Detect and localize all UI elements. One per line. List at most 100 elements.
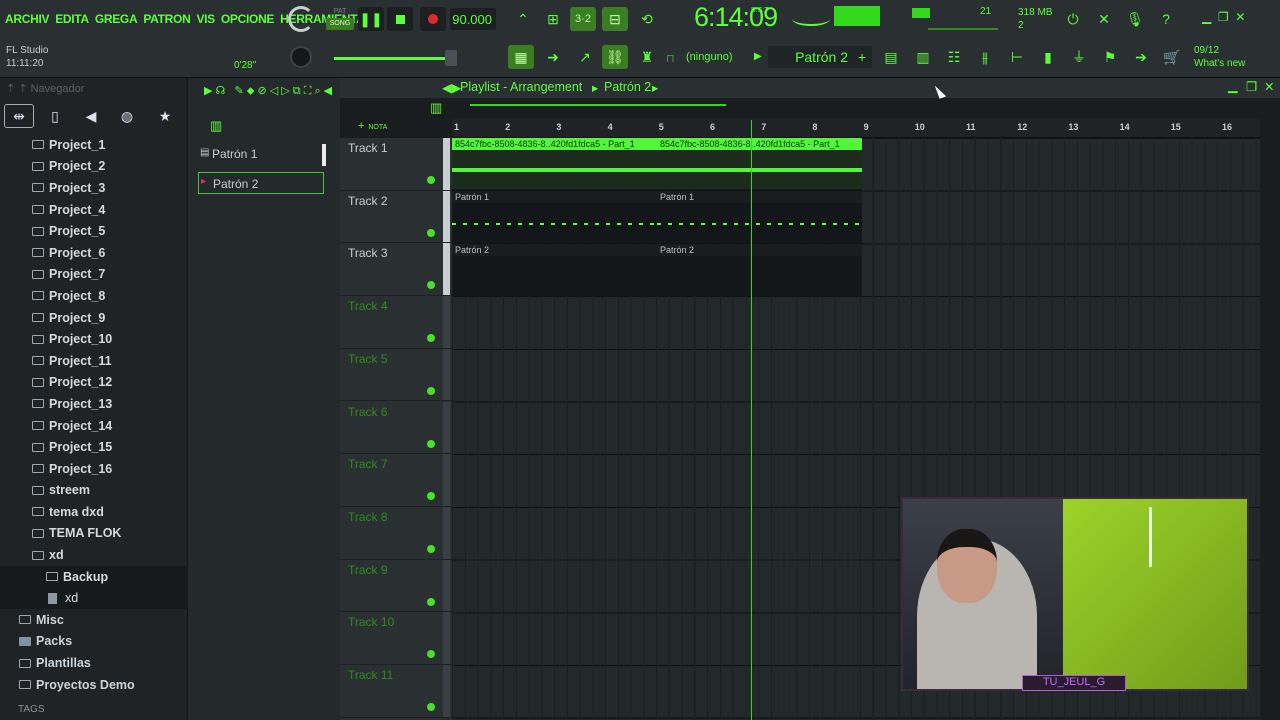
track-mute-led[interactable] xyxy=(427,492,435,501)
track-resize-handle[interactable] xyxy=(443,401,450,454)
pause-button[interactable]: ❚❚ xyxy=(358,7,384,31)
browser-item[interactable]: Project_12 xyxy=(0,372,188,394)
timeline-ruler[interactable]: 1 2 3 4 5 6 7 8 9 10 11 12 13 14 15 16 xyxy=(452,118,1260,138)
menu-opciones[interactable]: OPCIONE xyxy=(221,12,275,26)
playlist-button[interactable]: ▤ xyxy=(878,45,904,69)
metronome-button[interactable]: ⌃ xyxy=(510,7,536,31)
step-edit-button[interactable]: ⊟ xyxy=(602,7,628,31)
track-resize-handle[interactable] xyxy=(443,348,450,401)
track-resize-handle[interactable] xyxy=(443,506,450,559)
snap-selector[interactable]: (ninguno) xyxy=(686,51,732,63)
browser-item[interactable]: Misc xyxy=(0,609,188,631)
browser-item[interactable]: Project_5 xyxy=(0,220,188,242)
browser-item[interactable]: streem xyxy=(0,480,188,502)
browser-item[interactable]: Project_6 xyxy=(0,242,188,264)
snap-icon[interactable]: ▥ xyxy=(430,100,442,116)
plugin-button[interactable]: ⏚ xyxy=(1066,45,1092,69)
browser-item[interactable]: Project_16 xyxy=(0,458,188,480)
loop-record-button[interactable]: ⟲ xyxy=(634,7,660,31)
arrow-tool-button[interactable]: ➜ xyxy=(540,45,566,69)
track-mute-led[interactable] xyxy=(427,703,435,711)
channel-rack-button[interactable]: ▥ xyxy=(910,45,936,69)
track-resize-handle[interactable] xyxy=(443,296,450,348)
shop-button[interactable]: 🛒 xyxy=(1159,45,1185,69)
add-pattern-button[interactable]: + xyxy=(858,49,866,65)
picker-scrollbar[interactable] xyxy=(322,144,326,166)
track-resize-handle[interactable] xyxy=(443,138,450,190)
browser-item[interactable]: tema dxd xyxy=(0,501,188,523)
track-mute-led[interactable] xyxy=(427,439,435,448)
track-resize-handle[interactable] xyxy=(443,559,450,612)
hint-knob[interactable] xyxy=(288,6,314,32)
tools-button[interactable]: ✕ xyxy=(1091,7,1117,31)
track-mute-led[interactable] xyxy=(427,544,435,553)
tempo-display[interactable]: 90.000 xyxy=(450,8,496,30)
browser-item[interactable]: Project_2 xyxy=(0,156,188,178)
pattern-clip[interactable]: Patrón 2 xyxy=(452,244,657,296)
track-header[interactable]: Track 5 xyxy=(340,348,452,402)
track-mute-led[interactable] xyxy=(427,176,435,184)
restore-icon[interactable]: ❐ xyxy=(1246,79,1257,94)
track-header[interactable]: Track 3 xyxy=(340,243,452,297)
browser-item[interactable]: Project_8 xyxy=(0,285,188,307)
pattern-clip[interactable]: Patrón 2 xyxy=(657,244,862,296)
browser-item[interactable]: Proyectos Demo xyxy=(0,674,188,696)
toolbar-play-icon[interactable]: ▶ ☊ ✎ ⬥ ⊘ ◁ ▷ ⧉ ⛶ ⌕ ◀ xyxy=(204,84,332,98)
menu-agrega[interactable]: GREGA xyxy=(95,12,138,26)
track-header[interactable]: Track 8 xyxy=(340,506,452,560)
browser-item[interactable]: TEMA FLOK xyxy=(0,523,188,545)
track-resize-handle[interactable] xyxy=(443,454,450,506)
track-header[interactable]: Track 7 xyxy=(340,454,452,507)
browser-item[interactable]: Plantillas xyxy=(0,652,188,674)
browser-item[interactable]: Project_4 xyxy=(0,199,188,221)
menu-patron[interactable]: PATRON xyxy=(143,12,190,26)
piano-keys-icon[interactable]: ▥ xyxy=(210,118,222,134)
browser-item[interactable]: Project_15 xyxy=(0,436,188,458)
browser-item[interactable]: Project_14 xyxy=(0,415,188,437)
routing-button[interactable]: ⊢ xyxy=(1004,45,1030,69)
whats-new[interactable]: 09/12 What's new xyxy=(1194,44,1245,70)
browser-item[interactable]: Project_7 xyxy=(0,264,188,286)
power-button[interactable]: ⏻ xyxy=(1060,7,1086,31)
audio-clip[interactable]: 854c7fbc-8508-4836-8..420fd1fdca5 - Part… xyxy=(452,138,657,189)
pattern-clip[interactable]: Patrón 1 xyxy=(452,191,657,243)
track-mute-led[interactable] xyxy=(427,281,435,290)
tempo-tap-button[interactable]: ⚑ xyxy=(1097,45,1123,69)
tab-audio[interactable]: ◀ xyxy=(76,104,106,128)
restore-icon[interactable]: ❐ xyxy=(1218,10,1229,24)
menu-vista[interactable]: VIS xyxy=(196,12,215,26)
playlist-scrollbar[interactable] xyxy=(470,104,726,106)
template-button[interactable]: ➔ xyxy=(1128,45,1154,69)
browser-item[interactable]: xd xyxy=(0,587,188,610)
minimize-icon[interactable]: ▁ xyxy=(1202,10,1211,24)
track-header[interactable]: Track 2 xyxy=(340,190,452,244)
stop-button[interactable] xyxy=(387,7,413,31)
link-button[interactable]: ⛓ xyxy=(602,45,628,69)
browser-item[interactable]: Packs xyxy=(0,631,188,653)
browser-item[interactable]: Project_3 xyxy=(0,177,188,199)
pattern-item-selected[interactable]: ▸ Patrón 2 xyxy=(198,172,324,194)
track-resize-handle[interactable] xyxy=(443,190,450,243)
tab-files[interactable]: ▯ xyxy=(40,104,70,128)
track-header[interactable]: Track 6 xyxy=(340,401,452,455)
track-mute-led[interactable] xyxy=(427,334,435,343)
main-volume-knob[interactable] xyxy=(290,46,312,68)
track-resize-handle[interactable] xyxy=(443,243,450,296)
mic-button[interactable]: 🎙 xyxy=(1122,7,1148,31)
close-icon[interactable]: ✕ xyxy=(1264,79,1274,94)
piano-roll-button[interactable]: ▦ xyxy=(508,45,534,69)
slider-handle[interactable] xyxy=(445,50,457,66)
pattern-clip[interactable]: Patrón 1 xyxy=(657,191,862,243)
tab-favorites[interactable]: ★ xyxy=(150,104,180,128)
playhead[interactable] xyxy=(751,120,752,720)
fader-button[interactable]: ⫵ xyxy=(972,45,998,69)
stamp-button[interactable]: ♜ xyxy=(634,45,660,69)
menu-archivo[interactable]: ARCHIV xyxy=(5,12,50,26)
pattern-item[interactable]: ▤ Patrón 1 xyxy=(198,143,324,165)
track-header[interactable]: Track 11 xyxy=(340,665,452,718)
close-icon[interactable]: ✕ xyxy=(1235,10,1245,24)
browser-item[interactable]: Project_1 xyxy=(0,134,188,156)
browser-item[interactable]: Project_11 xyxy=(0,350,188,372)
browser-item[interactable]: Project_10 xyxy=(0,328,188,350)
pattern-prev-icon[interactable]: ▶ xyxy=(754,51,762,62)
